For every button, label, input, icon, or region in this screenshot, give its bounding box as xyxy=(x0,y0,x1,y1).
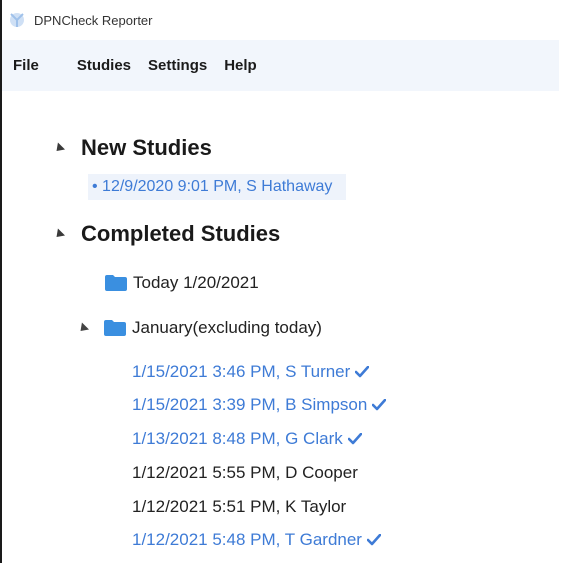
menu-help[interactable]: Help xyxy=(224,57,257,74)
study-item-label[interactable]: 1/15/2021 3:39 PM, B Simpson xyxy=(132,395,367,415)
study-item[interactable]: 1/12/2021 5:55 PM, D Cooper xyxy=(132,463,358,483)
study-item[interactable]: 1/13/2021 8:48 PM, G Clark xyxy=(132,429,362,449)
folder-today-label: Today 1/20/2021 xyxy=(133,273,259,292)
app-logo-icon xyxy=(6,9,28,31)
tree-node-new-study[interactable]: • 12/9/2020 9:01 PM, S Hathaway xyxy=(88,174,347,200)
menu-settings[interactable]: Settings xyxy=(148,57,207,74)
folder-icon xyxy=(105,275,127,291)
completed-studies-label: Completed Studies xyxy=(81,221,281,246)
menu-file[interactable]: File xyxy=(13,57,39,74)
title-bar: DPNCheck Reporter xyxy=(2,0,559,40)
study-item-label[interactable]: 1/12/2021 5:55 PM, D Cooper xyxy=(132,463,358,483)
study-item-label[interactable]: 1/12/2021 5:51 PM, K Taylor xyxy=(132,497,346,517)
checkmark-icon xyxy=(366,534,381,546)
checkmark-icon xyxy=(372,399,387,411)
study-item-label[interactable]: 1/13/2021 8:48 PM, G Clark xyxy=(132,429,343,449)
expand-triangle-icon[interactable] xyxy=(76,321,90,335)
folder-today[interactable]: Today 1/20/2021 xyxy=(105,273,259,293)
study-item[interactable]: 1/15/2021 3:39 PM, B Simpson xyxy=(132,395,387,415)
folder-january[interactable]: January(excluding today) xyxy=(76,318,322,338)
app-window: DPNCheck Reporter File Studies Settings … xyxy=(0,0,559,563)
new-studies-label: New Studies xyxy=(81,135,212,160)
study-item[interactable]: 1/12/2021 5:48 PM, T Gardner xyxy=(132,530,381,550)
study-item[interactable]: 1/15/2021 3:46 PM, S Turner xyxy=(132,362,370,382)
menu-studies[interactable]: Studies xyxy=(77,57,131,74)
folder-january-label: January(excluding today) xyxy=(132,318,322,337)
tree-node-completed-studies[interactable]: Completed Studies xyxy=(52,221,281,247)
tree-node-new-studies[interactable]: New Studies xyxy=(52,135,212,161)
window-title: DPNCheck Reporter xyxy=(34,12,153,28)
folder-icon xyxy=(104,320,126,336)
checkmark-icon xyxy=(347,433,362,445)
checkmark-icon xyxy=(355,366,370,378)
new-study-item[interactable]: • 12/9/2020 9:01 PM, S Hathaway xyxy=(88,174,347,200)
study-item-label[interactable]: 1/15/2021 3:46 PM, S Turner xyxy=(132,362,350,382)
expand-triangle-icon[interactable] xyxy=(52,141,66,155)
study-item[interactable]: 1/12/2021 5:51 PM, K Taylor xyxy=(132,497,346,517)
expand-triangle-icon[interactable] xyxy=(52,227,66,241)
menu-bar: File Studies Settings Help xyxy=(2,40,559,91)
study-item-label[interactable]: 1/12/2021 5:48 PM, T Gardner xyxy=(132,530,362,550)
